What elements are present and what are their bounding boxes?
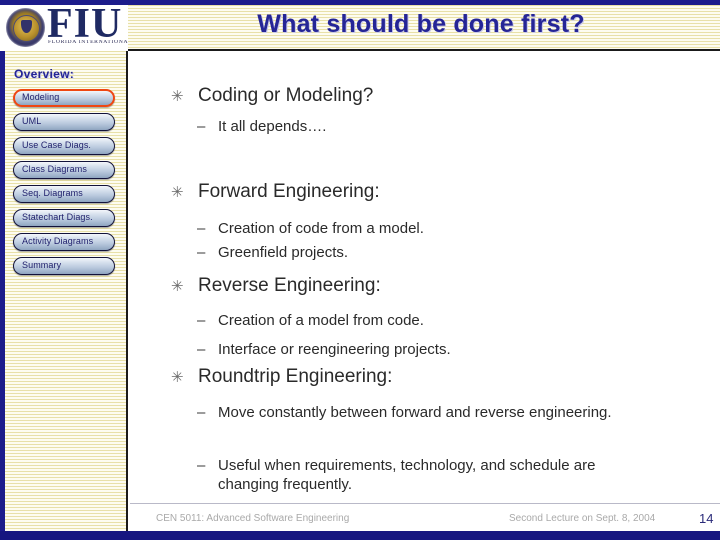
sub-bullet-text: Creation of code from a model. — [218, 220, 424, 237]
page-number: 14 — [699, 511, 714, 526]
sidebar-item-class-diagrams[interactable]: Class Diagrams — [13, 161, 115, 179]
dash-bullet-icon: – — [197, 118, 206, 135]
bullet-heading-text: Coding or Modeling? — [198, 85, 374, 106]
bullet-heading-text: Roundtrip Engineering: — [198, 366, 393, 387]
sub-bullet: – Useful when requirements, technology, … — [197, 456, 638, 494]
sidebar-nav-list: Modeling UML Use Case Diags. Class Diagr… — [13, 89, 115, 281]
asterisk-bullet-icon: ✳ — [171, 184, 184, 201]
slide-canvas: FIU FLORIDA INTERNATIONAL UNIVERSITY Wha… — [0, 0, 720, 540]
title-banner: What should be done first? — [128, 5, 720, 51]
sub-bullet: – It all depends…. — [197, 117, 668, 136]
fiu-subtext: FLORIDA INTERNATIONAL UNIVERSITY — [48, 40, 128, 45]
sidebar-item-modeling[interactable]: Modeling — [13, 89, 115, 107]
top-navy-rule — [0, 0, 720, 5]
sidebar-item-label: Activity Diagrams — [22, 236, 94, 246]
sub-bullet-text: Greenfield projects. — [218, 244, 349, 261]
sub-bullet: – Greenfield projects. — [197, 243, 668, 262]
sub-bullet: – Creation of a model from code. — [197, 311, 678, 330]
sidebar-item-label: Statechart Diags. — [22, 212, 93, 222]
sub-bullet-text: Move constantly between forward and reve… — [218, 404, 612, 421]
dash-bullet-icon: – — [197, 457, 206, 474]
sidebar-item-summary[interactable]: Summary — [13, 257, 115, 275]
bullet-heading-text: Forward Engineering: — [198, 181, 380, 202]
sidebar-item-label: Use Case Diags. — [22, 140, 92, 150]
sidebar-item-seq-diagrams[interactable]: Seq. Diagrams — [13, 185, 115, 203]
footer-lecture: Second Lecture on Sept. 8, 2004 — [509, 513, 656, 524]
bullet-heading-text: Reverse Engineering: — [198, 275, 381, 296]
sidebar: Overview: Modeling UML Use Case Diags. C… — [0, 51, 128, 531]
slide-title: What should be done first? — [257, 10, 585, 38]
footer-divider — [130, 503, 720, 504]
sub-bullet-text: Useful when requirements, technology, an… — [218, 457, 596, 493]
bullet-heading: ✳ Reverse Engineering: — [171, 275, 381, 297]
sidebar-item-label: Seq. Diagrams — [22, 188, 83, 198]
asterisk-bullet-icon: ✳ — [171, 369, 184, 386]
asterisk-bullet-icon: ✳ — [171, 278, 184, 295]
bullet-heading: ✳ Roundtrip Engineering: — [171, 366, 393, 388]
fiu-seal-icon — [6, 8, 45, 47]
sub-bullet: – Creation of code from a model. — [197, 219, 668, 238]
bullet-heading: ✳ Forward Engineering: — [171, 181, 380, 203]
dash-bullet-icon: – — [197, 244, 206, 261]
footer-course: CEN 5011: Advanced Software Engineering — [156, 513, 350, 524]
bottom-navy-rule — [0, 531, 720, 540]
sub-bullet: – Move constantly between forward and re… — [197, 403, 648, 422]
sub-bullet: – Interface or reengineering projects. — [197, 340, 678, 359]
sub-bullet-text: Interface or reengineering projects. — [218, 341, 451, 358]
sidebar-item-label: Summary — [22, 260, 62, 270]
dash-bullet-icon: – — [197, 341, 206, 358]
sub-bullet-text: Creation of a model from code. — [218, 312, 424, 329]
sidebar-item-statechart-diags[interactable]: Statechart Diags. — [13, 209, 115, 227]
university-logo: FIU FLORIDA INTERNATIONAL UNIVERSITY — [0, 5, 128, 51]
sidebar-item-label: UML — [22, 116, 42, 126]
sidebar-navy-edge — [0, 51, 5, 531]
sub-bullet-text: It all depends…. — [218, 118, 327, 135]
dash-bullet-icon: – — [197, 404, 206, 421]
sidebar-item-label: Class Diagrams — [22, 164, 87, 174]
asterisk-bullet-icon: ✳ — [171, 88, 184, 105]
sidebar-item-uml[interactable]: UML — [13, 113, 115, 131]
sidebar-item-label: Modeling — [22, 92, 60, 102]
sidebar-item-use-case-diags[interactable]: Use Case Diags. — [13, 137, 115, 155]
bullet-heading: ✳ Coding or Modeling? — [171, 85, 374, 107]
dash-bullet-icon: – — [197, 312, 206, 329]
sidebar-item-activity-diagrams[interactable]: Activity Diagrams — [13, 233, 115, 251]
dash-bullet-icon: – — [197, 220, 206, 237]
sidebar-heading: Overview: — [14, 67, 75, 81]
slide-body: ✳ Coding or Modeling? – It all depends….… — [130, 53, 720, 501]
